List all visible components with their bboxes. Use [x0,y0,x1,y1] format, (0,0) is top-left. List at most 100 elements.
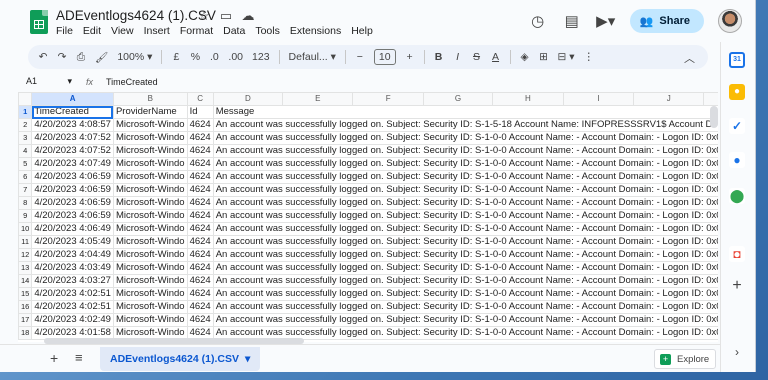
row-header[interactable]: 7 [18,183,33,197]
grid-cell[interactable]: 4/20/2023 4:08:57 [31,118,114,132]
collapse-toolbar-icon[interactable]: ︿ [684,50,695,66]
decrease-decimal-button[interactable]: .0 [209,51,219,63]
grid-cell[interactable]: An account was successfully logged on. S… [212,248,718,262]
history-icon[interactable]: ◷ [528,12,548,30]
bold-icon[interactable]: B [434,51,444,63]
column-header[interactable]: H [492,92,564,106]
undo-icon[interactable]: ↶ [38,51,48,63]
menu-format[interactable]: Format [180,25,213,37]
contacts-icon[interactable]: ● [729,152,745,168]
row-header[interactable]: 9 [18,209,33,223]
grid-cell[interactable]: Microsoft-Windo [112,274,188,288]
grid-cell[interactable]: Microsoft-Windo [112,170,188,184]
grid-cell[interactable]: ProviderName [112,105,188,119]
row-header[interactable]: 13 [18,261,33,275]
grid-cell[interactable]: 4624 [186,261,214,275]
text-color-icon[interactable]: A [491,51,501,63]
grid-cell[interactable]: 4/20/2023 4:06:59 [31,183,114,197]
menu-extensions[interactable]: Extensions [290,25,341,37]
grid-cell[interactable]: An account was successfully logged on. S… [212,222,718,236]
menu-insert[interactable]: Insert [144,25,170,37]
row-header[interactable]: 1 [18,105,33,119]
sheets-logo-icon[interactable] [30,10,48,34]
grid-cell[interactable]: An account was successfully logged on. S… [212,157,718,171]
grid-cell[interactable]: 4624 [186,313,214,327]
add-sheet-icon[interactable]: + [50,350,58,366]
column-header[interactable]: F [352,92,424,106]
get-addons-icon[interactable]: + [729,278,745,294]
grid-cell[interactable]: Microsoft-Windo [112,157,188,171]
column-header[interactable] [703,92,718,106]
row-header[interactable]: 15 [18,287,33,301]
percent-format-button[interactable]: % [190,51,200,63]
font-select[interactable]: Defaul... ▾ [289,51,336,63]
font-size-increase-icon[interactable]: + [405,51,415,63]
more-options-icon[interactable]: ⋮ [584,51,595,63]
row-header[interactable]: 5 [18,157,33,171]
grid-cell[interactable]: 4/20/2023 4:05:49 [31,235,114,249]
grid-cell[interactable]: Microsoft-Windo [112,313,188,327]
grid-cell[interactable]: An account was successfully logged on. S… [212,170,718,184]
calendar-icon[interactable]: 31 [729,52,745,68]
grid-cell[interactable]: An account was successfully logged on. S… [212,313,718,327]
grid-cell[interactable]: 4624 [186,235,214,249]
grid-cell[interactable]: An account was successfully logged on. S… [212,300,718,314]
grid-cell[interactable]: Microsoft-Windo [112,300,188,314]
maps-icon[interactable]: ⬤ [729,188,745,204]
grid-cell[interactable]: 4/20/2023 4:06:49 [31,222,114,236]
formula-input[interactable]: TimeCreated [106,77,158,87]
grid-cell[interactable]: An account was successfully logged on. S… [212,209,718,223]
column-header[interactable]: E [282,92,354,106]
row-header[interactable]: 17 [18,313,33,327]
grid-cell[interactable]: 4/20/2023 4:07:49 [31,157,114,171]
grid-cell[interactable]: An account was successfully logged on. S… [212,131,718,145]
column-header[interactable]: D [212,92,284,106]
select-all-corner[interactable] [18,92,33,106]
row-header[interactable]: 4 [18,144,33,158]
redo-icon[interactable]: ↷ [57,51,67,63]
row-header[interactable]: 3 [18,131,33,145]
menu-help[interactable]: Help [351,25,373,37]
comments-icon[interactable]: ▤ [562,12,582,30]
document-title[interactable]: ADEventlogs4624 (1).CSV [56,8,216,23]
grid-cell[interactable]: Microsoft-Windo [112,118,188,132]
fill-color-icon[interactable]: ◈ [520,51,530,63]
grid-cell[interactable]: 4624 [186,222,214,236]
grid-cell[interactable]: 4/20/2023 4:04:49 [31,248,114,262]
column-header[interactable]: B [112,92,188,106]
row-header[interactable]: 6 [18,170,33,184]
grid-cell[interactable]: 4624 [186,183,214,197]
grid-cell[interactable]: 4/20/2023 4:02:51 [31,287,114,301]
grid-cell[interactable]: 4624 [186,248,214,262]
row-header[interactable]: 14 [18,274,33,288]
menu-data[interactable]: Data [223,25,245,37]
grid-cell[interactable]: 4/20/2023 4:07:52 [31,131,114,145]
menu-tools[interactable]: Tools [255,25,280,37]
grid-cell[interactable]: Microsoft-Windo [112,222,188,236]
share-button[interactable]: 👥 Share [629,9,704,33]
row-header[interactable]: 2 [18,118,33,132]
column-header[interactable]: G [422,92,494,106]
grid-cell[interactable]: Microsoft-Windo [112,287,188,301]
borders-icon[interactable]: ⊞ [539,51,549,63]
grid-cell[interactable]: Microsoft-Windo [112,144,188,158]
menu-edit[interactable]: Edit [83,25,101,37]
strikethrough-icon[interactable]: S [472,51,482,63]
grid-cell[interactable]: TimeCreated [31,105,114,119]
column-header[interactable]: C [186,92,214,106]
meet-icon[interactable]: ▶▾ [596,12,616,30]
currency-format-button[interactable]: £ [171,51,181,63]
name-box[interactable]: A1 ▾ [18,76,78,87]
grid-cell[interactable]: Microsoft-Windo [112,183,188,197]
explore-button[interactable]: + Explore [654,349,716,369]
menu-view[interactable]: View [111,25,134,37]
grid-cell[interactable]: An account was successfully logged on. S… [212,287,718,301]
grid-cell[interactable]: 4624 [186,144,214,158]
expand-panel-icon[interactable]: › [729,344,745,360]
grid-cell[interactable]: An account was successfully logged on. S… [212,274,718,288]
grid-cell[interactable]: An account was successfully logged on. S… [212,196,718,210]
grid-cell[interactable]: 4624 [186,300,214,314]
zoom-select[interactable]: 100% ▾ [117,51,152,63]
star-icon[interactable]: ☆ [196,8,212,24]
grid-cell[interactable]: 4624 [186,274,214,288]
